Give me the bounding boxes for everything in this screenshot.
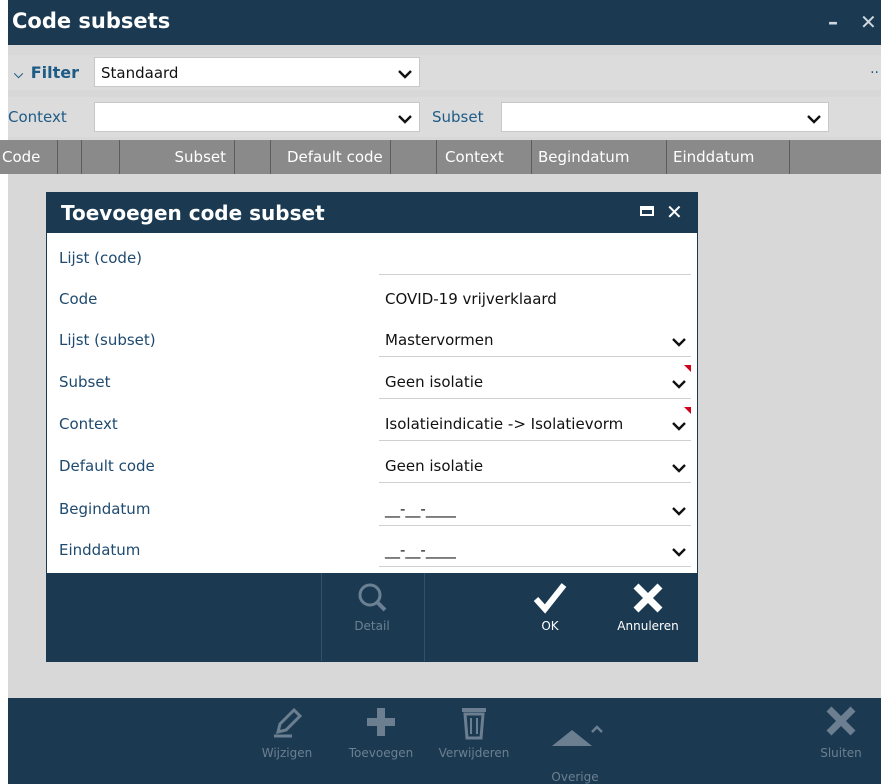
chevron-down-icon — [671, 375, 687, 394]
lijst-subset-select[interactable]: Mastervormen — [379, 323, 691, 357]
maximize-icon[interactable] — [640, 206, 654, 216]
field-row-lijst-code: Lijst (code) — [47, 239, 697, 279]
ok-button[interactable]: OK — [510, 581, 590, 633]
dialog-close-icon[interactable]: ✕ — [666, 200, 683, 224]
field-row-code: Code COVID-19 vrijverklaard — [47, 280, 697, 320]
dialog-title: Toevoegen code subset — [61, 201, 325, 225]
default-code-select[interactable]: Geen isolatie — [379, 449, 691, 483]
field-label: Subset — [59, 373, 111, 391]
field-label: Code — [59, 290, 98, 308]
lijst-code-field[interactable] — [379, 241, 691, 275]
einddatum-date-picker[interactable]: __-__-____ — [379, 533, 691, 567]
field-label: Lijst (subset) — [59, 331, 156, 349]
required-marker — [684, 365, 691, 372]
field-label: Lijst (code) — [59, 249, 143, 267]
field-value: Isolatieindicatie -> Isolatievorm — [385, 415, 624, 433]
field-row-default-code: Default code Geen isolatie — [47, 447, 697, 487]
add-code-subset-dialog: Toevoegen code subset ✕ Lijst (code) Cod… — [46, 192, 698, 662]
field-value: Geen isolatie — [385, 373, 484, 391]
field-value: Mastervormen — [385, 331, 494, 349]
app-root: Code subsets – ✕ ⌵ Filter Standaard .. C… — [0, 0, 881, 784]
chevron-down-icon — [671, 417, 687, 436]
detail-button[interactable]: Detail — [332, 581, 412, 633]
field-label: Default code — [59, 457, 155, 475]
field-label: Einddatum — [59, 541, 141, 559]
magnifier-icon — [358, 583, 387, 612]
context-field-select[interactable]: Isolatieindicatie -> Isolatievorm — [379, 407, 691, 441]
field-row-context: Context Isolatieindicatie -> Isolatievor… — [47, 405, 697, 445]
field-row-einddatum: Einddatum __-__-____ — [47, 531, 697, 571]
modal-layer: Toevoegen code subset ✕ Lijst (code) Cod… — [0, 0, 881, 784]
field-label: Begindatum — [59, 500, 151, 518]
chevron-down-icon — [671, 459, 687, 478]
checkmark-icon — [533, 583, 567, 614]
ok-button-label: OK — [541, 619, 559, 633]
field-row-subset: Subset Geen isolatie — [47, 363, 697, 403]
footer-divider — [424, 573, 425, 661]
chevron-down-icon — [671, 502, 687, 521]
field-row-lijst-subset: Lijst (subset) Mastervormen — [47, 321, 697, 361]
dialog-footer: Detail OK Annuleren — [47, 573, 697, 661]
dialog-titlebar: Toevoegen code subset ✕ — [47, 193, 697, 233]
field-value: Geen isolatie — [385, 457, 484, 475]
field-row-begindatum: Begindatum __-__-____ — [47, 490, 697, 530]
cancel-button[interactable]: Annuleren — [608, 581, 688, 633]
chevron-down-icon — [671, 333, 687, 352]
field-label: Context — [59, 415, 118, 433]
required-marker — [684, 407, 691, 414]
cancel-button-label: Annuleren — [617, 619, 679, 633]
code-field: COVID-19 vrijverklaard — [379, 282, 691, 316]
field-value: COVID-19 vrijverklaard — [385, 290, 557, 308]
detail-button-label: Detail — [354, 619, 390, 633]
chevron-down-icon — [671, 543, 687, 562]
field-value: __-__-____ — [385, 500, 456, 518]
subset-field-select[interactable]: Geen isolatie — [379, 365, 691, 399]
field-value: __-__-____ — [385, 541, 456, 559]
footer-divider — [321, 573, 322, 661]
close-icon — [633, 583, 663, 613]
begindatum-date-picker[interactable]: __-__-____ — [379, 492, 691, 526]
